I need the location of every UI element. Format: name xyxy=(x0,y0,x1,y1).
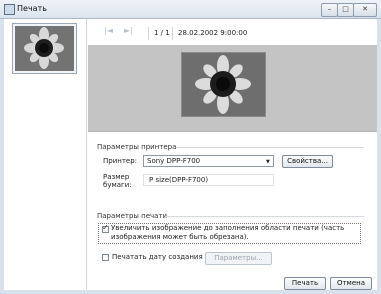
paper-size-label-2: бумаги: xyxy=(103,181,132,189)
paper-size-label: Размер xyxy=(103,173,130,181)
chevron-down-icon[interactable]: ▼ xyxy=(266,159,270,165)
print-settings-title: Параметры печати xyxy=(97,212,168,220)
close-button[interactable]: ✕ xyxy=(353,3,377,17)
nav-divider xyxy=(172,27,173,40)
window-title: Печать xyxy=(17,4,47,13)
page-indicator: 1 / 1 xyxy=(154,29,170,37)
printer-select[interactable]: Sony DPP-F700 xyxy=(143,155,274,167)
parameters-button[interactable]: Параметры... xyxy=(205,252,272,265)
paper-size-value: P size(DPP-F700) xyxy=(143,174,274,186)
first-page-icon[interactable]: |◄ xyxy=(104,26,113,35)
cancel-button[interactable]: Отмена xyxy=(330,277,372,290)
section-divider xyxy=(176,147,364,148)
photo-thumbnail[interactable] xyxy=(12,23,77,74)
sunflower-thumbnail-image xyxy=(15,26,74,71)
maximize-button[interactable]: □ xyxy=(337,3,354,17)
printer-label: Принтер: xyxy=(103,157,138,165)
properties-button[interactable]: Свойства... xyxy=(282,155,333,168)
print-button[interactable]: Печать xyxy=(284,277,326,290)
print-date-checkbox[interactable] xyxy=(102,254,109,261)
preview-image xyxy=(181,52,266,117)
next-page-icon[interactable]: ►| xyxy=(124,26,133,35)
printer-icon xyxy=(4,4,15,15)
print-date-label[interactable]: Печатать дату создания xyxy=(112,253,203,261)
photo-datetime: 28.02.2002 9:00:00 xyxy=(178,29,248,37)
nav-divider xyxy=(148,27,149,40)
checkmark-icon: ✓ xyxy=(102,223,109,232)
section-divider xyxy=(166,216,364,217)
sunflower-preview-image xyxy=(182,53,265,116)
printer-settings-title: Параметры принтера xyxy=(97,143,177,151)
minimize-button[interactable]: – xyxy=(321,3,338,17)
fit-to-page-label[interactable]: Увеличить изображение до заполнения обла… xyxy=(111,224,359,242)
